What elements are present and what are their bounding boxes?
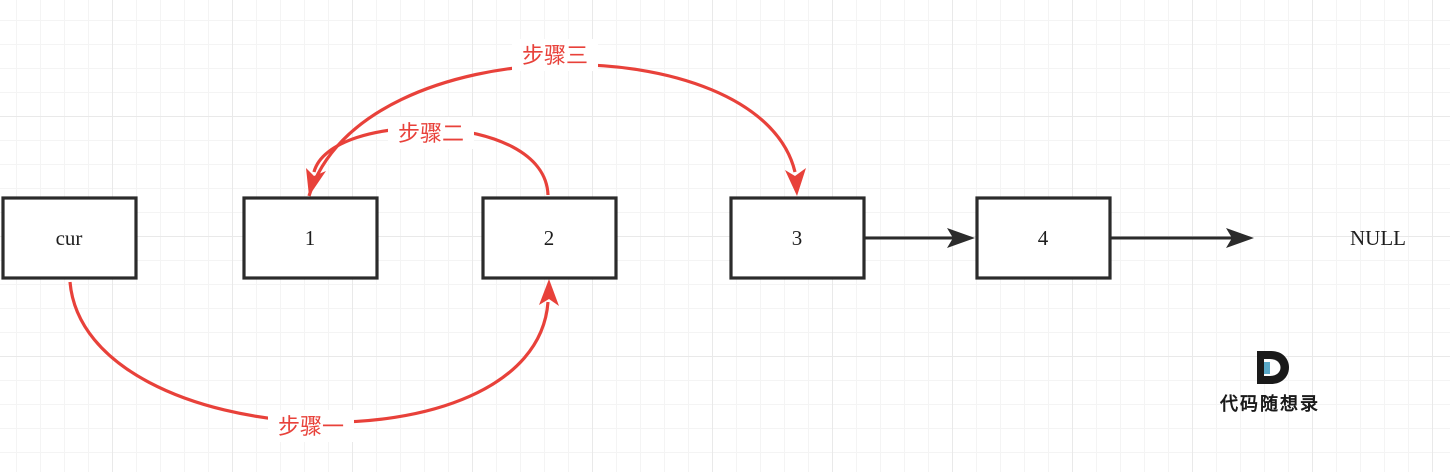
svg-text:步骤二: 步骤二 xyxy=(398,122,464,147)
svg-text:步骤一: 步骤一 xyxy=(278,415,344,440)
svg-text:步骤三: 步骤三 xyxy=(522,44,588,69)
step-one-arrow xyxy=(68,279,559,424)
svg-text:1: 1 xyxy=(305,226,316,250)
node-cur: cur xyxy=(1,196,138,280)
node-2: 2 xyxy=(481,196,618,280)
node-4: 4 xyxy=(975,196,1112,280)
step-one-label: 步骤一 xyxy=(268,410,354,442)
brand-logo-icon xyxy=(1257,351,1289,384)
node-1: 1 xyxy=(242,196,379,280)
next-pointer-4-to-null xyxy=(1111,228,1254,248)
step-two-label: 步骤二 xyxy=(388,117,474,149)
svg-text:4: 4 xyxy=(1038,226,1049,250)
svg-text:2: 2 xyxy=(544,226,555,250)
step-three-label: 步骤三 xyxy=(512,39,598,71)
null-label: NULL xyxy=(1350,226,1406,250)
brand-watermark-text: 代码随想录 xyxy=(1219,393,1320,415)
linked-list-diagram: 步骤一 步骤二 步骤三 cur 1 2 3 4 NULL 代码随想录 xyxy=(1,39,1406,442)
svg-text:3: 3 xyxy=(792,226,803,250)
next-pointer-3-to-4 xyxy=(865,228,975,248)
diagram-canvas: 步骤一 步骤二 步骤三 cur 1 2 3 4 NULL 代码随想录 xyxy=(0,0,1450,472)
svg-text:cur: cur xyxy=(56,226,83,250)
node-3: 3 xyxy=(729,196,866,280)
